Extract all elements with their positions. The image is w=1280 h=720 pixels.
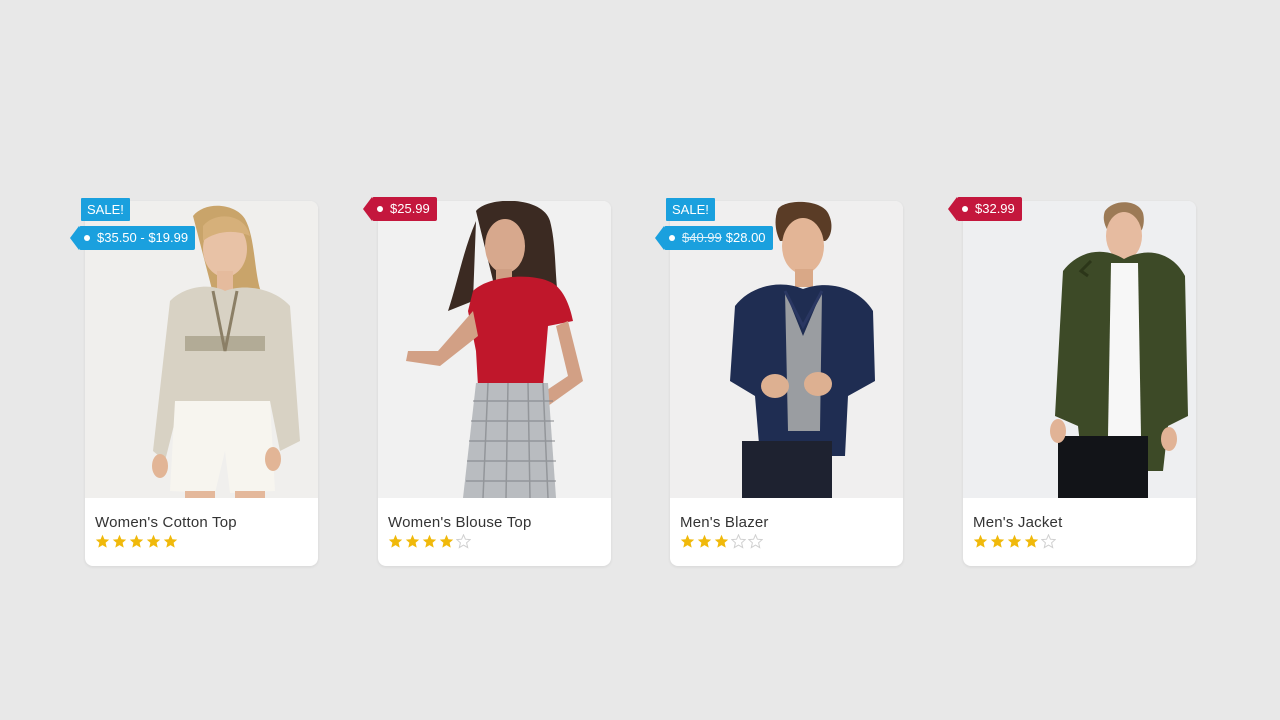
product-image[interactable] [378, 201, 611, 498]
price-tag: $25.99 [363, 197, 437, 221]
star-filled-icon [422, 534, 437, 549]
product-card[interactable]: $32.99 Men's Jacket [948, 197, 1196, 566]
star-filled-icon [680, 534, 695, 549]
price-value: $32.99 [975, 201, 1015, 216]
star-filled-icon [990, 534, 1005, 549]
original-price: $40.99 [682, 230, 722, 245]
product-image[interactable] [963, 201, 1196, 498]
star-filled-icon [697, 534, 712, 549]
star-filled-icon [1024, 534, 1039, 549]
product-name[interactable]: Women's Cotton Top [95, 514, 237, 531]
star-empty-icon [1041, 534, 1056, 549]
price-tag: $32.99 [948, 197, 1022, 221]
rating-stars [388, 534, 471, 549]
sale-badge: SALE! [666, 198, 715, 221]
tag-hole-icon [84, 235, 90, 241]
tag-hole-icon [377, 206, 383, 212]
star-filled-icon [439, 534, 454, 549]
star-filled-icon [95, 534, 110, 549]
star-filled-icon [129, 534, 144, 549]
star-empty-icon [456, 534, 471, 549]
star-filled-icon [714, 534, 729, 549]
star-filled-icon [163, 534, 178, 549]
rating-stars [95, 534, 178, 549]
product-name[interactable]: Women's Blouse Top [388, 514, 532, 531]
sale-badge: SALE! [81, 198, 130, 221]
tag-hole-icon [962, 206, 968, 212]
star-empty-icon [748, 534, 763, 549]
rating-stars [680, 534, 763, 549]
price-tag: $40.99 $28.00 [655, 226, 773, 250]
price-value: $28.00 [725, 230, 766, 245]
product-card[interactable]: SALE! $35.50 - $19.99 Women's Cotton Top [69, 198, 318, 566]
star-filled-icon [146, 534, 161, 549]
price-tag: $35.50 - $19.99 [69, 226, 196, 250]
star-filled-icon [388, 534, 403, 549]
product-name[interactable]: Men's Jacket [973, 514, 1062, 531]
product-card[interactable]: $25.99 Women's Blouse Top [363, 197, 611, 566]
star-filled-icon [112, 534, 127, 549]
star-filled-icon [1007, 534, 1022, 549]
star-filled-icon [973, 534, 988, 549]
star-empty-icon [731, 534, 746, 549]
product-card[interactable]: SALE! $40.99 $28.00 Men's Blazer [655, 198, 903, 566]
price-value: $25.99 [390, 201, 430, 216]
star-filled-icon [405, 534, 420, 549]
rating-stars [973, 534, 1056, 549]
price-value: $35.50 - $19.99 [97, 230, 189, 245]
tag-hole-icon [669, 235, 675, 241]
product-name[interactable]: Men's Blazer [680, 514, 769, 531]
